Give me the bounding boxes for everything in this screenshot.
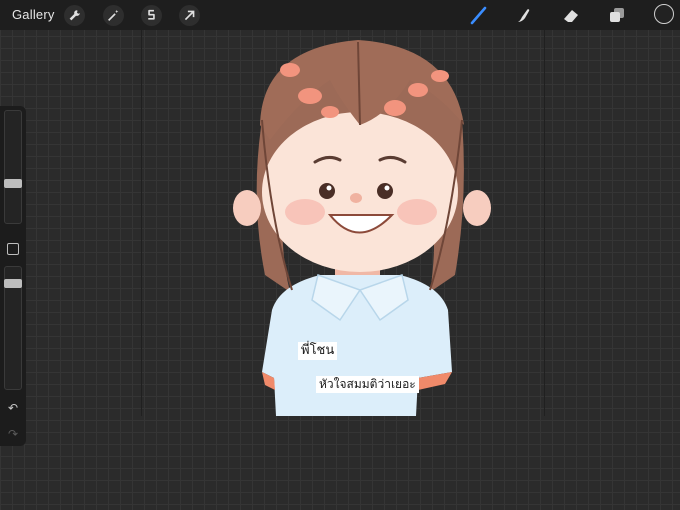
- message-text: หัวใจสมมติว่าเยอะ: [316, 376, 419, 393]
- character-illustration: [233, 40, 491, 416]
- name-text: พี่โชน: [298, 342, 338, 361]
